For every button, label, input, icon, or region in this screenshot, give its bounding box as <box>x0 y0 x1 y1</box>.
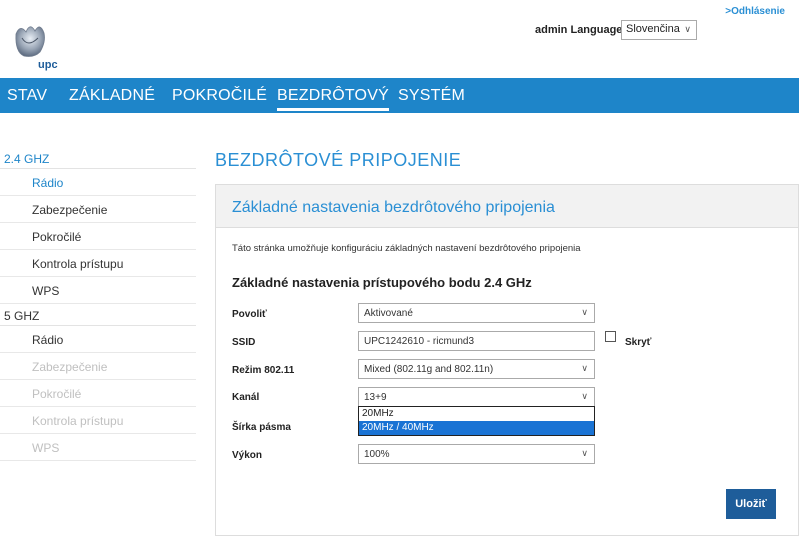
sidebar-item-wps-5[interactable]: WPS <box>0 434 196 461</box>
save-button[interactable]: Uložiť <box>726 489 776 519</box>
username: admin <box>535 24 568 36</box>
settings-panel: Základné nastavenia bezdrôtového pripoje… <box>215 184 799 536</box>
nav-zakladne[interactable]: ZÁKLADNÉ <box>69 87 155 105</box>
panel-description: Táto stránka umožňuje konfiguráciu zákla… <box>232 243 581 254</box>
page-title: BEZDRÔTOVÉ PRIPOJENIE <box>215 150 462 170</box>
chevron-down-icon: ∨ <box>581 363 588 373</box>
logout-link[interactable]: >Odhlásenie <box>725 6 785 17</box>
mode-select[interactable]: Mixed (802.11g and 802.11n) ∨ <box>358 359 595 379</box>
enable-select[interactable]: Aktivované ∨ <box>358 303 595 323</box>
channel-label: Kanál <box>232 392 260 403</box>
language-select[interactable]: Slovenčina ∨ <box>621 20 697 40</box>
sidebar: 2.4 GHZ Rádio Zabezpečenie Pokročilé Kon… <box>0 147 196 461</box>
channel-select[interactable]: 13+9 ∨ <box>358 387 595 407</box>
sidebar-item-wps-24[interactable]: WPS <box>0 277 196 304</box>
chevron-down-icon: ∨ <box>581 391 588 401</box>
power-value: 100% <box>364 449 390 460</box>
power-select[interactable]: 100% ∨ <box>358 444 595 464</box>
bandwidth-option[interactable]: 20MHz <box>359 407 594 421</box>
bandwidth-dropdown[interactable]: 20MHz 20MHz / 40MHz <box>358 406 595 436</box>
chevron-down-icon: ∨ <box>684 24 691 34</box>
sidebar-item-security-24[interactable]: Zabezpečenie <box>0 196 196 223</box>
panel-title: Základné nastavenia bezdrôtového pripoje… <box>232 199 555 216</box>
hide-ssid-label: Skryť <box>625 337 652 348</box>
nav-system[interactable]: SYSTÉM <box>398 87 465 105</box>
upc-logo[interactable]: upc <box>10 18 70 73</box>
ssid-label: SSID <box>232 337 256 348</box>
sidebar-item-advanced-5[interactable]: Pokročilé <box>0 380 196 407</box>
top-nav: STAV ZÁKLADNÉ POKROČILÉ BEZDRÔTOVÝ SYSTÉ… <box>0 78 799 113</box>
header: upc >Odhlásenie admin Language Slovenčin… <box>0 0 799 78</box>
bandwidth-label: Šírka pásma <box>232 422 291 433</box>
user-language-label: admin Language <box>535 24 622 36</box>
nav-stav[interactable]: STAV <box>7 87 47 105</box>
language-label: Language <box>570 24 623 36</box>
hide-ssid-checkbox[interactable] <box>605 331 616 342</box>
language-value: Slovenčina <box>626 23 680 35</box>
enable-label: Povoliť <box>232 309 267 320</box>
sidebar-item-access-control-5[interactable]: Kontrola prístupu <box>0 407 196 434</box>
nav-bezdrotovy[interactable]: BEZDRÔTOVÝ <box>277 87 389 111</box>
sidebar-item-advanced-24[interactable]: Pokročilé <box>0 223 196 250</box>
mode-value: Mixed (802.11g and 802.11n) <box>364 364 494 375</box>
nav-pokrocile[interactable]: POKROČILÉ <box>172 87 267 105</box>
section-title: Základné nastavenia prístupového bodu 2.… <box>232 275 532 290</box>
sidebar-item-access-control-24[interactable]: Kontrola prístupu <box>0 250 196 277</box>
sidebar-item-security-5[interactable]: Zabezpečenie <box>0 353 196 380</box>
sidebar-group-5ghz[interactable]: 5 GHZ <box>0 304 196 326</box>
mode-label: Režim 802.11 <box>232 365 295 376</box>
channel-value: 13+9 <box>364 392 387 403</box>
bandwidth-option-selected[interactable]: 20MHz / 40MHz <box>359 421 594 435</box>
sidebar-item-radio-5[interactable]: Rádio <box>0 326 196 353</box>
power-label: Výkon <box>232 450 263 461</box>
sidebar-group-2-4ghz[interactable]: 2.4 GHZ <box>0 147 196 169</box>
ssid-value: UPC1242610 - ricmund3 <box>364 336 475 347</box>
chevron-down-icon: ∨ <box>581 307 588 317</box>
enable-value: Aktivované <box>364 308 413 319</box>
ssid-input[interactable]: UPC1242610 - ricmund3 <box>358 331 595 351</box>
sidebar-item-radio-24[interactable]: Rádio <box>0 169 196 196</box>
chevron-down-icon: ∨ <box>581 448 588 458</box>
logo-text: upc <box>38 59 58 71</box>
